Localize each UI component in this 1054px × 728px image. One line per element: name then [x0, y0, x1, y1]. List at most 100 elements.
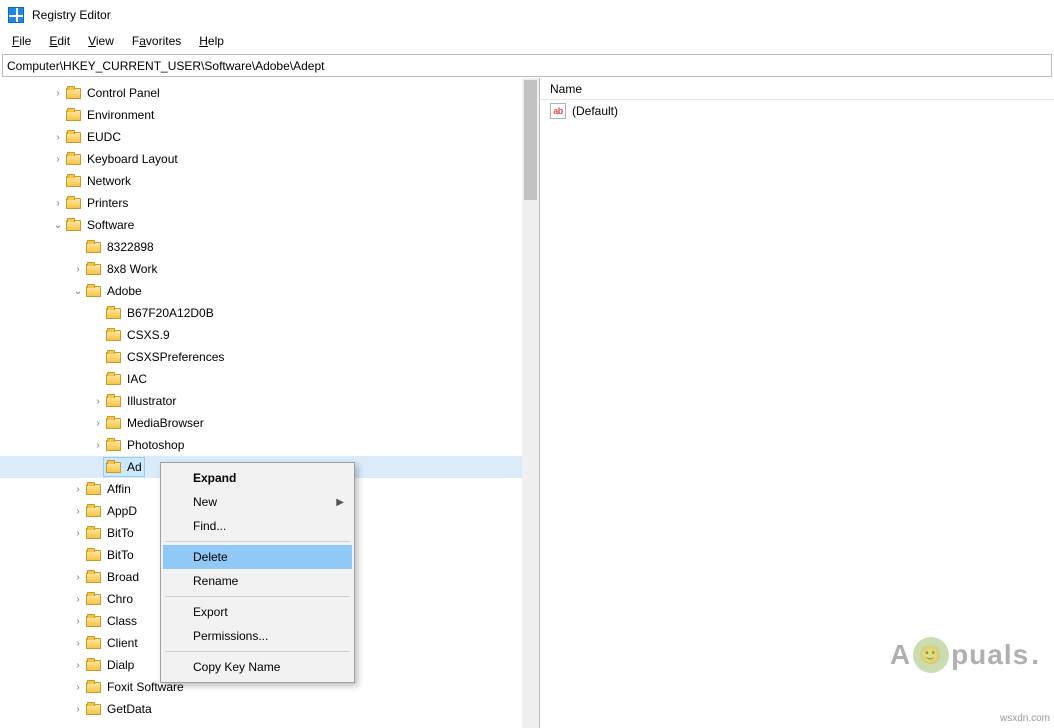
expand-closed-icon[interactable]: › — [70, 484, 86, 495]
folder-icon — [66, 132, 81, 143]
tree-node[interactable]: CSXSPreferences — [0, 346, 539, 368]
folder-icon — [106, 374, 121, 385]
image-credit: wsxdn.com — [1000, 713, 1050, 724]
expand-closed-icon[interactable]: › — [70, 660, 86, 671]
menu-view[interactable]: View — [80, 32, 122, 50]
folder-icon — [106, 352, 121, 363]
values-column-header[interactable]: Name — [540, 78, 1054, 100]
folder-icon — [86, 638, 101, 649]
tree-node[interactable]: Network — [0, 170, 539, 192]
folder-icon — [86, 484, 101, 495]
tree-node-label: Ad — [127, 460, 142, 474]
tree-node[interactable]: ›MediaBrowser — [0, 412, 539, 434]
tree-node[interactable]: B67F20A12D0B — [0, 302, 539, 324]
tree-node-label: 8322898 — [107, 240, 154, 254]
value-row-default[interactable]: (Default) — [540, 100, 1054, 122]
tree-node[interactable]: 8322898 — [0, 236, 539, 258]
titlebar: Registry Editor — [0, 0, 1054, 30]
tree-node[interactable]: ›Photoshop — [0, 434, 539, 456]
context-new[interactable]: New▶ — [163, 490, 352, 514]
folder-icon — [106, 308, 121, 319]
menu-favorites[interactable]: Favorites — [124, 32, 189, 50]
context-separator — [165, 651, 350, 652]
tree-node[interactable]: ›Keyboard Layout — [0, 148, 539, 170]
folder-icon — [86, 682, 101, 693]
expand-closed-icon[interactable]: › — [70, 638, 86, 649]
expand-closed-icon[interactable]: › — [50, 154, 66, 165]
tree-node-label: Control Panel — [87, 86, 160, 100]
expand-closed-icon[interactable]: › — [50, 198, 66, 209]
folder-icon — [86, 506, 101, 517]
folder-icon — [66, 198, 81, 209]
content-area: › Control Panel Environment›EUDC›Keyboard … — [0, 78, 1054, 728]
expand-closed-icon[interactable]: › — [70, 704, 86, 715]
window-title: Registry Editor — [32, 8, 111, 22]
folder-icon — [86, 594, 101, 605]
regedit-app-icon — [8, 7, 24, 23]
column-name: Name — [550, 82, 582, 96]
tree-node-label: Network — [87, 174, 131, 188]
expand-closed-icon[interactable]: › — [50, 132, 66, 143]
folder-icon — [106, 462, 121, 473]
tree-node[interactable]: CSXS.9 — [0, 324, 539, 346]
expand-closed-icon[interactable]: › — [70, 594, 86, 605]
menu-file[interactable]: File — [4, 32, 39, 50]
expand-closed-icon[interactable]: › — [70, 264, 86, 275]
watermark: A 🙂 puals . — [890, 637, 1040, 673]
expand-closed-icon[interactable]: › — [90, 418, 106, 429]
menu-help[interactable]: Help — [191, 32, 232, 50]
tree-node[interactable]: ⌄ Adobe — [0, 280, 539, 302]
context-permissions[interactable]: Permissions... — [163, 624, 352, 648]
folder-icon — [86, 264, 101, 275]
tree-node[interactable]: ›EUDC — [0, 126, 539, 148]
tree-node[interactable]: ⌄Software — [0, 214, 539, 236]
expand-closed-icon[interactable]: › — [70, 506, 86, 517]
expand-open-icon[interactable]: ⌄ — [50, 220, 66, 231]
tree-node[interactable]: › 8x8 Work — [0, 258, 539, 280]
folder-icon — [86, 704, 101, 715]
menu-edit[interactable]: Edit — [41, 32, 78, 50]
tree-node-label: BitTo — [107, 526, 134, 540]
string-value-icon — [550, 103, 566, 119]
tree-node-label: Printers — [87, 196, 128, 210]
tree-node[interactable]: › Control Panel — [0, 82, 539, 104]
folder-icon — [66, 176, 81, 187]
expand-closed-icon[interactable]: › — [90, 396, 106, 407]
expand-closed-icon[interactable]: › — [90, 440, 106, 451]
context-rename[interactable]: Rename — [163, 569, 352, 593]
tree-node-label: Illustrator — [127, 394, 176, 408]
expand-closed-icon[interactable]: › — [70, 572, 86, 583]
expand-closed-icon[interactable]: › — [70, 682, 86, 693]
expand-closed-icon[interactable]: › — [70, 616, 86, 627]
tree-node[interactable]: › Printers — [0, 192, 539, 214]
tree-node[interactable]: Environment — [0, 104, 539, 126]
menubar: File Edit View Favorites Help — [0, 30, 1054, 52]
tree-node-label: IAC — [127, 372, 147, 386]
expand-closed-icon[interactable]: › — [70, 528, 86, 539]
context-delete[interactable]: Delete — [163, 545, 352, 569]
folder-icon — [86, 286, 101, 297]
tree-node[interactable]: › Illustrator — [0, 390, 539, 412]
address-bar[interactable]: Computer\HKEY_CURRENT_USER\Software\Adob… — [2, 54, 1052, 77]
tree-node-label: Affin — [107, 482, 131, 496]
context-copy-key-name[interactable]: Copy Key Name — [163, 655, 352, 679]
context-export[interactable]: Export — [163, 600, 352, 624]
folder-icon — [106, 440, 121, 451]
tree-node-label: Adobe — [107, 284, 142, 298]
context-find[interactable]: Find... — [163, 514, 352, 538]
tree-node[interactable]: IAC — [0, 368, 539, 390]
tree-node-label: GetData — [107, 702, 152, 716]
tree-scrollbar[interactable] — [522, 78, 539, 728]
folder-icon — [106, 330, 121, 341]
tree-node-label: Chro — [107, 592, 133, 606]
tree-node-label: BitTo — [107, 548, 134, 562]
expand-closed-icon[interactable]: › — [50, 88, 66, 99]
context-expand[interactable]: Expand — [163, 466, 352, 490]
tree-node[interactable]: › GetData — [0, 698, 539, 720]
scrollbar-thumb[interactable] — [524, 80, 537, 200]
tree-node-label: 8x8 Work — [107, 262, 157, 276]
folder-icon — [86, 550, 101, 561]
tree-node-label: Class — [107, 614, 137, 628]
expand-open-icon[interactable]: ⌄ — [70, 286, 86, 297]
context-menu: Expand New▶ Find... Delete Rename Export… — [160, 462, 355, 683]
